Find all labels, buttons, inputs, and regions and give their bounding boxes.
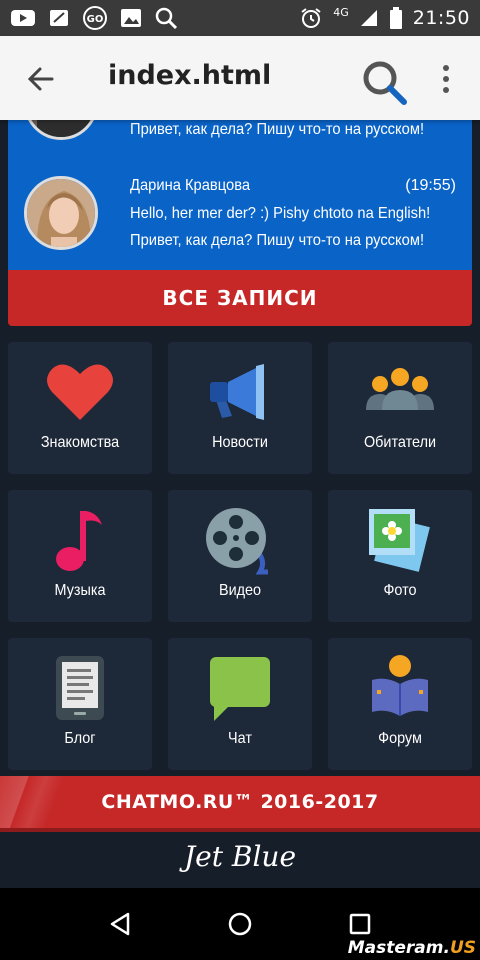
photo-icon — [369, 509, 430, 572]
tile-label: Музыка — [54, 582, 106, 599]
svg-text:GO: GO — [87, 14, 104, 25]
tile-music[interactable]: Музыка — [8, 490, 152, 622]
tile-label: Знакомства — [40, 434, 120, 451]
megaphone-icon — [210, 364, 264, 420]
ebook-icon — [56, 656, 104, 720]
brand-logo: Jet Blue — [0, 832, 480, 888]
search-icon[interactable] — [360, 58, 408, 106]
system-nav-bar: Masteram.US — [0, 888, 480, 960]
tile-dating[interactable]: Знакомства — [8, 342, 152, 474]
status-time: 21:50 — [412, 7, 470, 29]
music-note-icon — [56, 511, 102, 571]
tile-video[interactable]: Видео — [168, 490, 312, 622]
message-text: Привет, как дела? Пишу что-то на русском… — [130, 232, 425, 249]
chat-bubble-icon — [210, 657, 270, 721]
cast-icon — [50, 10, 68, 26]
tile-label: Форум — [378, 730, 422, 747]
status-bar: GO 4G 21:50 — [0, 0, 480, 36]
recent-messages: Привет, как дела? Пишу что-то на русском… — [8, 120, 472, 270]
recents-square-icon[interactable] — [346, 910, 374, 938]
page-title: index.html — [108, 60, 272, 91]
copyright-text: CHATMO.RU™ 2016-2017 — [101, 791, 379, 813]
alarm-icon — [301, 8, 321, 28]
tile-label: Видео — [218, 582, 262, 599]
tile-residents[interactable]: Обитатели — [328, 342, 472, 474]
image-icon — [121, 9, 141, 27]
message-text: Привет, как дела? Пишу что-то на русском… — [130, 121, 425, 138]
watermark: Masteram.US — [347, 938, 476, 958]
battery-icon — [389, 7, 402, 29]
back-triangle-icon[interactable] — [106, 910, 134, 938]
message-text: Hello, her mer der? :) Pishy chtoto na E… — [130, 205, 431, 222]
tile-photo[interactable]: Фото — [328, 490, 472, 622]
all-posts-button[interactable]: ВСЕ ЗАПИСИ — [8, 270, 472, 326]
signal-icon — [360, 10, 377, 26]
message-time: (19:55) — [405, 177, 456, 194]
people-icon — [366, 368, 434, 410]
home-circle-icon[interactable] — [226, 910, 254, 938]
tile-news[interactable]: Новости — [168, 342, 312, 474]
go-icon: GO — [83, 6, 107, 30]
tile-label: Блог — [64, 730, 96, 747]
youtube-icon — [11, 10, 35, 26]
tile-label: Новости — [212, 434, 268, 451]
film-reel-icon — [206, 508, 268, 575]
more-options-icon[interactable] — [438, 64, 454, 94]
back-arrow-icon[interactable] — [26, 64, 56, 94]
avatar — [24, 120, 98, 140]
tile-label: Обитатели — [363, 434, 437, 451]
avatar — [24, 176, 98, 250]
network-type: 4G — [333, 5, 349, 19]
tile-label: Фото — [383, 582, 417, 599]
reader-icon — [372, 655, 428, 716]
heart-icon — [47, 364, 113, 420]
footer-copyright-bar: CHATMO.RU™ 2016-2017 — [0, 776, 480, 832]
search-icon — [155, 7, 178, 30]
app-bar: index.html — [0, 36, 480, 120]
tile-chat[interactable]: Чат — [168, 638, 312, 770]
tile-blog[interactable]: Блог — [8, 638, 152, 770]
message-author: Дарина Кравцова — [130, 177, 251, 194]
tile-label: Чат — [228, 730, 252, 747]
main-content: Привет, как дела? Пишу что-то на русском… — [0, 120, 480, 888]
tile-forum[interactable]: Форум — [328, 638, 472, 770]
